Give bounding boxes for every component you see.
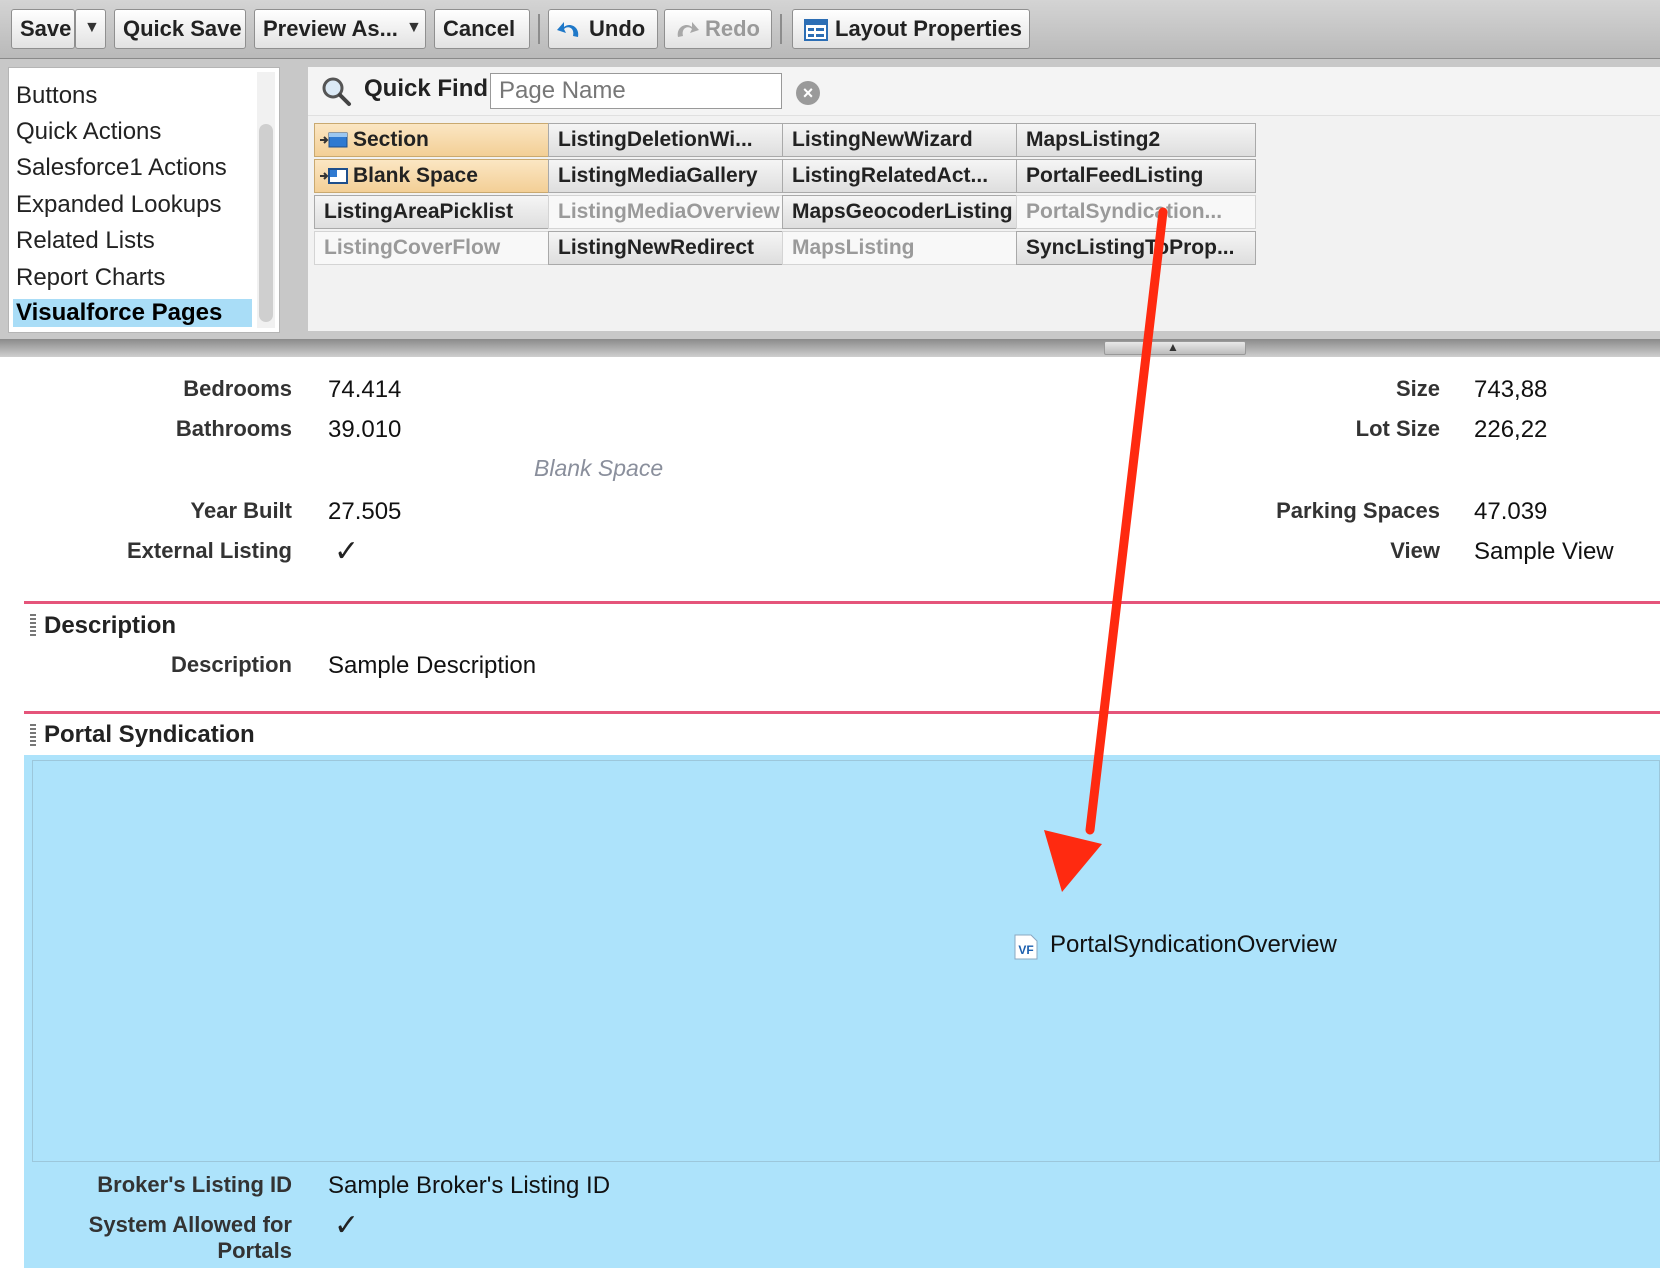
field-label-view: View (1390, 538, 1440, 563)
palette-category-list: Buttons Quick Actions Salesforce1 Action… (8, 67, 280, 333)
blank-space-icon (320, 168, 348, 184)
category-visualforce-pages[interactable]: Visualforce Pages (13, 299, 252, 327)
palette-item-vf-page[interactable]: ListingAreaPicklist (314, 195, 554, 229)
section-title-description[interactable]: Description (44, 612, 176, 640)
clear-search-icon[interactable]: × (796, 81, 820, 105)
cancel-button[interactable]: Cancel (434, 9, 530, 49)
palette-item-vf-page-used[interactable]: MapsListing (782, 231, 1022, 265)
palette-item-vf-page[interactable]: ListingNewWizard (782, 123, 1022, 157)
category-buttons[interactable]: Buttons (16, 82, 97, 110)
palette-item-vf-page[interactable]: SyncListingToProp... (1016, 231, 1256, 265)
category-related-lists[interactable]: Related Lists (16, 227, 155, 255)
palette-item-vf-page[interactable]: MapsListing2 (1016, 123, 1256, 157)
field-label-external-listing: External Listing (126, 538, 292, 563)
palette-item-label: Blank Space (353, 164, 478, 187)
palette-item-vf-page[interactable]: ListingDeletionWi... (548, 123, 788, 157)
field-label-year-built: Year Built (190, 498, 292, 523)
palette-item-vf-page[interactable]: ListingRelatedAct... (782, 159, 1022, 193)
redo-icon (677, 22, 699, 37)
palette-item-vf-page[interactable]: ListingNewRedirect (548, 231, 788, 265)
field-value-year-built[interactable]: 27.505 (328, 498, 401, 526)
field-value-description[interactable]: Sample Description (328, 652, 536, 680)
section-title-portal-syndication[interactable]: Portal Syndication (44, 721, 255, 749)
category-expanded-lookups[interactable]: Expanded Lookups (16, 191, 222, 219)
field-label-brokers-listing-id: Broker's Listing ID (97, 1172, 292, 1197)
layout-editor-toolbar: Save ▼ Quick Save Preview As... ▼ Cancel… (0, 0, 1660, 59)
palette-collapse-handle[interactable]: ▲ (1104, 340, 1246, 355)
palette-item-vf-page[interactable]: MapsGeocoderListing (782, 195, 1022, 229)
field-label-system-allowed-line2: Portals (217, 1238, 292, 1263)
palette-item-vf-page-used[interactable]: PortalSyndication... (1016, 195, 1256, 229)
field-label-description: Description (170, 652, 292, 677)
section-divider (24, 601, 1660, 604)
checkmark-icon[interactable]: ✓ (334, 1208, 359, 1243)
toolbar-divider (780, 14, 782, 44)
section-drag-handle-icon[interactable] (30, 724, 36, 746)
category-salesforce1-actions[interactable]: Salesforce1 Actions (16, 154, 227, 182)
palette-item-panel: Quick Find × Section Blank Space Listing… (308, 67, 1660, 331)
palette-bottom-edge (0, 339, 1660, 357)
layout-properties-icon (804, 19, 828, 41)
magnifier-icon (322, 77, 351, 106)
category-scrollbar-thumb[interactable] (259, 124, 273, 322)
palette-item-vf-page-used[interactable]: ListingCoverFlow (314, 231, 554, 265)
field-value-bathrooms[interactable]: 39.010 (328, 416, 401, 444)
palette-item-label: Section (353, 128, 429, 151)
checkmark-icon[interactable]: ✓ (334, 534, 359, 569)
section-divider (24, 711, 1660, 714)
vf-badge-text: VF (1018, 943, 1033, 957)
category-scrollbar[interactable] (257, 72, 275, 328)
palette-item-blank-space[interactable]: Blank Space (314, 159, 554, 193)
palette-item-vf-page-used[interactable]: ListingMediaOverview (548, 195, 788, 229)
visualforce-page-name[interactable]: PortalSyndicationOverview (1050, 931, 1337, 959)
save-button[interactable]: Save (11, 9, 75, 49)
visualforce-page-slot[interactable] (32, 760, 1660, 1162)
field-label-parking-spaces: Parking Spaces (1276, 498, 1440, 523)
section-drag-handle-icon[interactable] (30, 614, 36, 636)
field-value-bedrooms[interactable]: 74.414 (328, 376, 401, 404)
visualforce-page-icon: VF (1014, 934, 1038, 960)
field-label-bathrooms: Bathrooms (175, 416, 292, 441)
quick-save-button[interactable]: Quick Save (114, 9, 246, 49)
field-value-lot-size[interactable]: 226,22 (1474, 416, 1547, 444)
undo-icon (557, 22, 579, 37)
field-value-parking-spaces[interactable]: 47.039 (1474, 498, 1547, 526)
field-palette: Buttons Quick Actions Salesforce1 Action… (0, 59, 1660, 339)
field-value-view[interactable]: Sample View (1474, 538, 1614, 566)
preview-as-caret-icon: ▼ (406, 19, 422, 36)
palette-item-vf-page[interactable]: ListingMediaGallery (548, 159, 788, 193)
chevron-up-icon: ▲ (1167, 340, 1179, 354)
palette-item-section[interactable]: Section (314, 123, 554, 157)
category-quick-actions[interactable]: Quick Actions (16, 118, 161, 146)
quick-find-input[interactable] (490, 73, 782, 109)
field-label-bedrooms: Bedrooms (183, 376, 292, 401)
blank-space-placeholder[interactable]: Blank Space (534, 455, 663, 482)
save-menu-caret-icon: ▼ (84, 19, 100, 36)
section-icon (320, 132, 348, 148)
palette-item-vf-page[interactable]: PortalFeedListing (1016, 159, 1256, 193)
category-report-charts[interactable]: Report Charts (16, 264, 165, 292)
field-value-brokers-listing-id[interactable]: Sample Broker's Listing ID (328, 1172, 610, 1200)
preview-as-button[interactable]: Preview As... (254, 9, 426, 49)
field-label-lot-size: Lot Size (1355, 416, 1440, 441)
field-label-size: Size (1395, 376, 1440, 401)
field-label-system-allowed-line1: System Allowed for (88, 1212, 292, 1237)
quick-find-bar: Quick Find × (308, 67, 1660, 116)
field-value-size[interactable]: 743,88 (1474, 376, 1547, 404)
quick-find-label: Quick Find (364, 75, 489, 102)
toolbar-divider (538, 14, 540, 44)
